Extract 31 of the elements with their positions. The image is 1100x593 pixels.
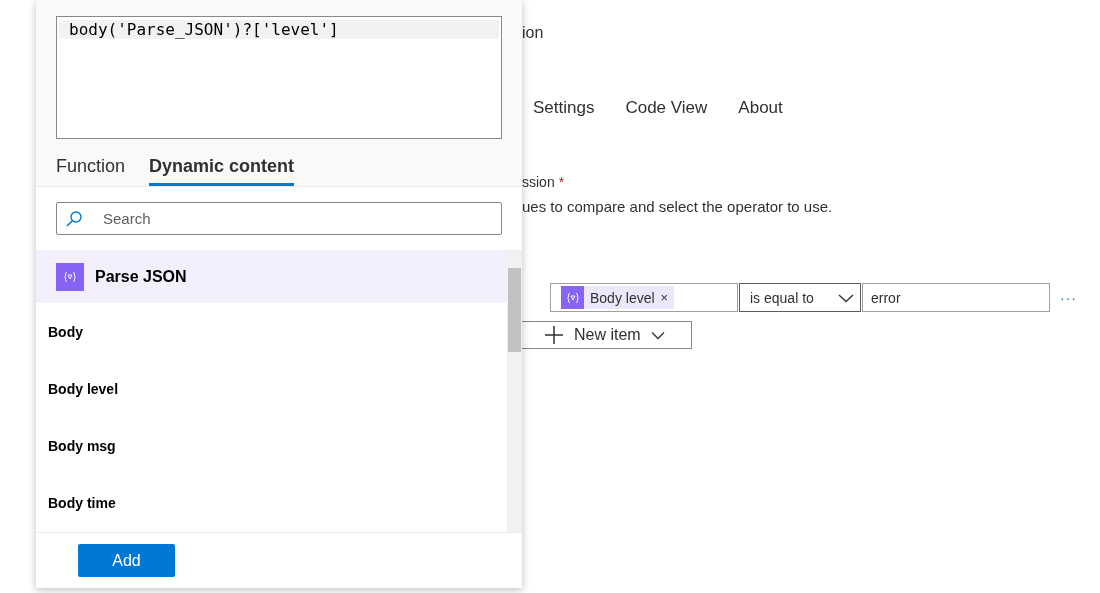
list-item[interactable]: Body time — [36, 474, 507, 531]
list-item[interactable]: Body msg — [36, 417, 507, 474]
tab[interactable]: Dynamic content — [149, 153, 295, 186]
search-icon — [65, 209, 83, 228]
token-icon — [561, 286, 584, 309]
remove-token-button[interactable]: × — [660, 290, 669, 305]
new-item-button[interactable]: New item — [522, 321, 692, 349]
tab[interactable]: Settings — [533, 96, 595, 122]
add-button[interactable]: Add — [78, 544, 175, 577]
field-description: ues to compare and select the operator to use. — [522, 198, 834, 215]
operand-field[interactable]: Body level × — [550, 283, 738, 312]
search-field[interactable]: Search — [56, 202, 502, 235]
chevron-down-icon — [838, 292, 854, 303]
field-label: ssion — [522, 174, 555, 190]
more-options-button[interactable]: ··· — [1060, 289, 1077, 306]
tab[interactable]: About — [738, 96, 783, 122]
variable-icon — [56, 262, 84, 291]
tab[interactable]: Function — [56, 153, 126, 186]
plus-icon — [544, 325, 564, 345]
page-title: ion — [522, 24, 545, 43]
operator-dropdown[interactable]: is equal to — [739, 283, 861, 312]
token-label: Body level — [590, 289, 655, 306]
scrollbar[interactable] — [507, 250, 522, 532]
list-item[interactable]: Body level — [36, 360, 507, 417]
tab[interactable]: Code View — [625, 96, 708, 122]
list-item[interactable]: Body — [36, 303, 507, 360]
group-header[interactable]: Parse JSON — [36, 250, 507, 303]
value-field[interactable]: error — [862, 283, 1050, 312]
expression-field[interactable]: body('Parse_JSON')?['level'] — [56, 16, 502, 139]
chevron-down-icon — [650, 330, 665, 340]
required-marker: * — [558, 174, 565, 190]
